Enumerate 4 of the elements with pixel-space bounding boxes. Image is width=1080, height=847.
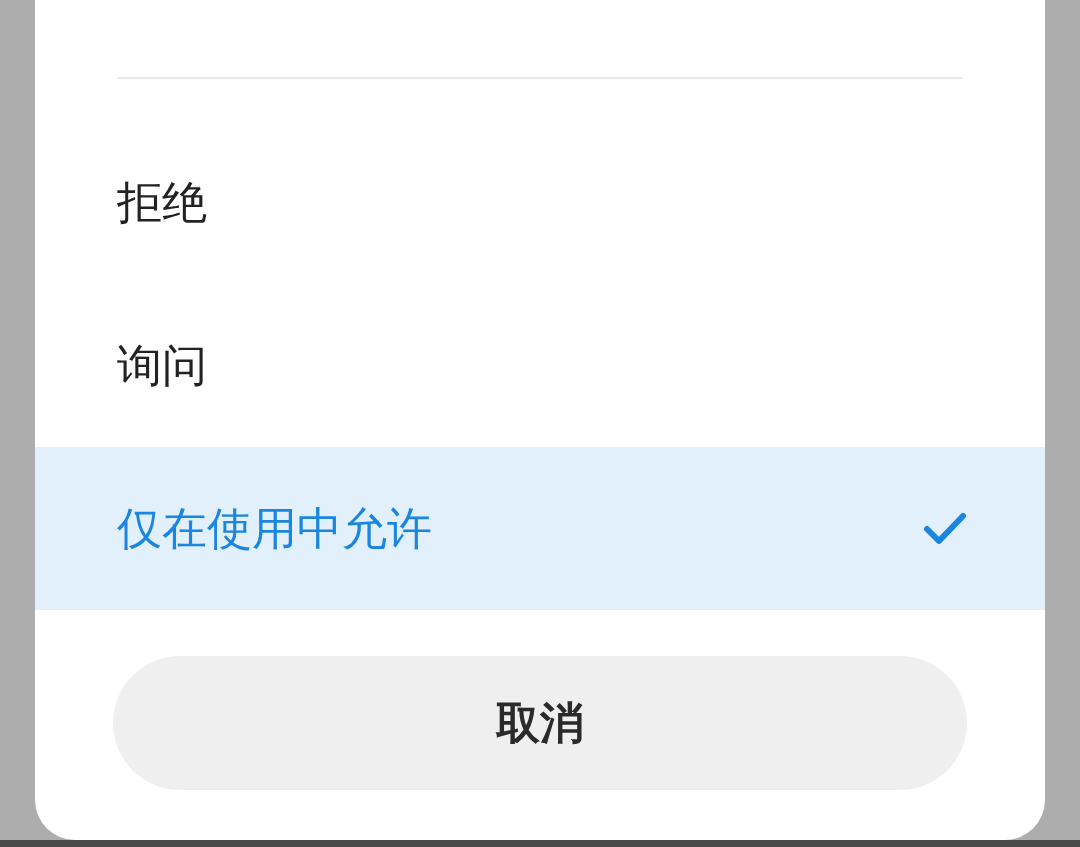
cancel-button[interactable]: 取消 bbox=[113, 656, 967, 790]
option-item[interactable]: 询问 bbox=[35, 284, 1045, 447]
option-item[interactable]: 拒绝 bbox=[35, 121, 1045, 284]
check-icon bbox=[923, 510, 967, 547]
